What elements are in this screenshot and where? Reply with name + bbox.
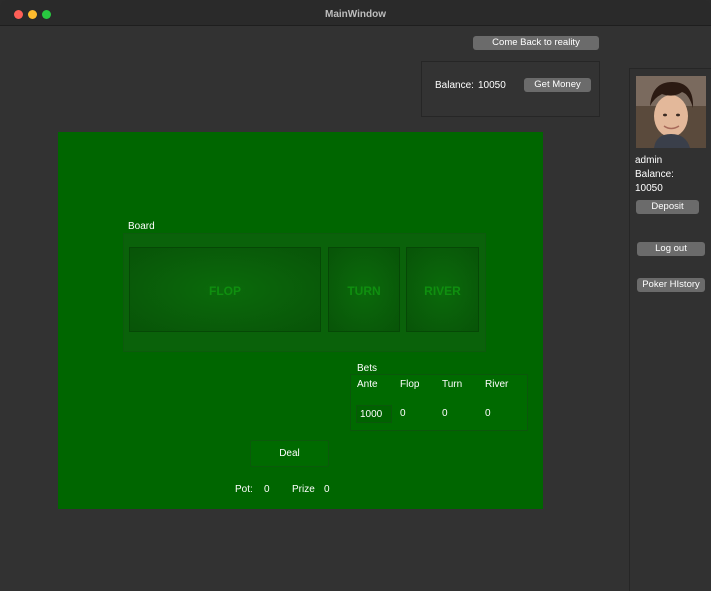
turn-label: TURN: [347, 284, 381, 298]
avatar: [636, 76, 706, 148]
poker-history-button[interactable]: Poker HIstory: [637, 278, 705, 292]
river-card-slot: RIVER: [406, 247, 479, 332]
bets-header-turn: Turn: [442, 379, 463, 390]
sidebar-username: admin: [635, 155, 663, 166]
balance-value: 10050: [478, 80, 506, 91]
bets-title: Bets: [357, 363, 378, 374]
flop-card-slot: FLOP: [129, 247, 321, 332]
turn-bet-value: 0: [442, 408, 448, 419]
bets-header-flop: Flop: [400, 379, 420, 390]
bets-header-ante: Ante: [357, 379, 378, 390]
flop-label: FLOP: [209, 284, 241, 298]
river-bet-value: 0: [485, 408, 491, 419]
bets-header-river: River: [485, 379, 509, 390]
sidebar-balance-label: Balance:: [635, 169, 674, 180]
flop-bet-value: 0: [400, 408, 406, 419]
user-sidebar: [629, 68, 711, 591]
pot-label: Pot:: [235, 484, 253, 495]
turn-card-slot: TURN: [328, 247, 400, 332]
river-label: RIVER: [424, 284, 461, 298]
deposit-button[interactable]: Deposit: [636, 200, 699, 214]
sidebar-balance-value: 10050: [635, 183, 663, 194]
balance-label: Balance:: [435, 80, 474, 91]
prize-label: Prize: [292, 484, 315, 495]
window-title: MainWindow: [324, 9, 386, 20]
prize-value: 0: [324, 484, 330, 495]
log-out-button[interactable]: Log out: [637, 242, 705, 256]
get-money-button[interactable]: Get Money: [524, 78, 591, 92]
main-window: MainWindow Come Back to reality Balance:…: [0, 0, 711, 591]
avatar-photo-icon: [636, 76, 706, 148]
come-back-to-reality-button[interactable]: Come Back to reality: [473, 36, 599, 50]
pot-value: 0: [264, 484, 270, 495]
title-bar[interactable]: MainWindow: [0, 0, 711, 26]
board-title: Board: [128, 221, 155, 232]
ante-input[interactable]: [356, 405, 392, 423]
deal-button[interactable]: Deal: [250, 440, 329, 467]
